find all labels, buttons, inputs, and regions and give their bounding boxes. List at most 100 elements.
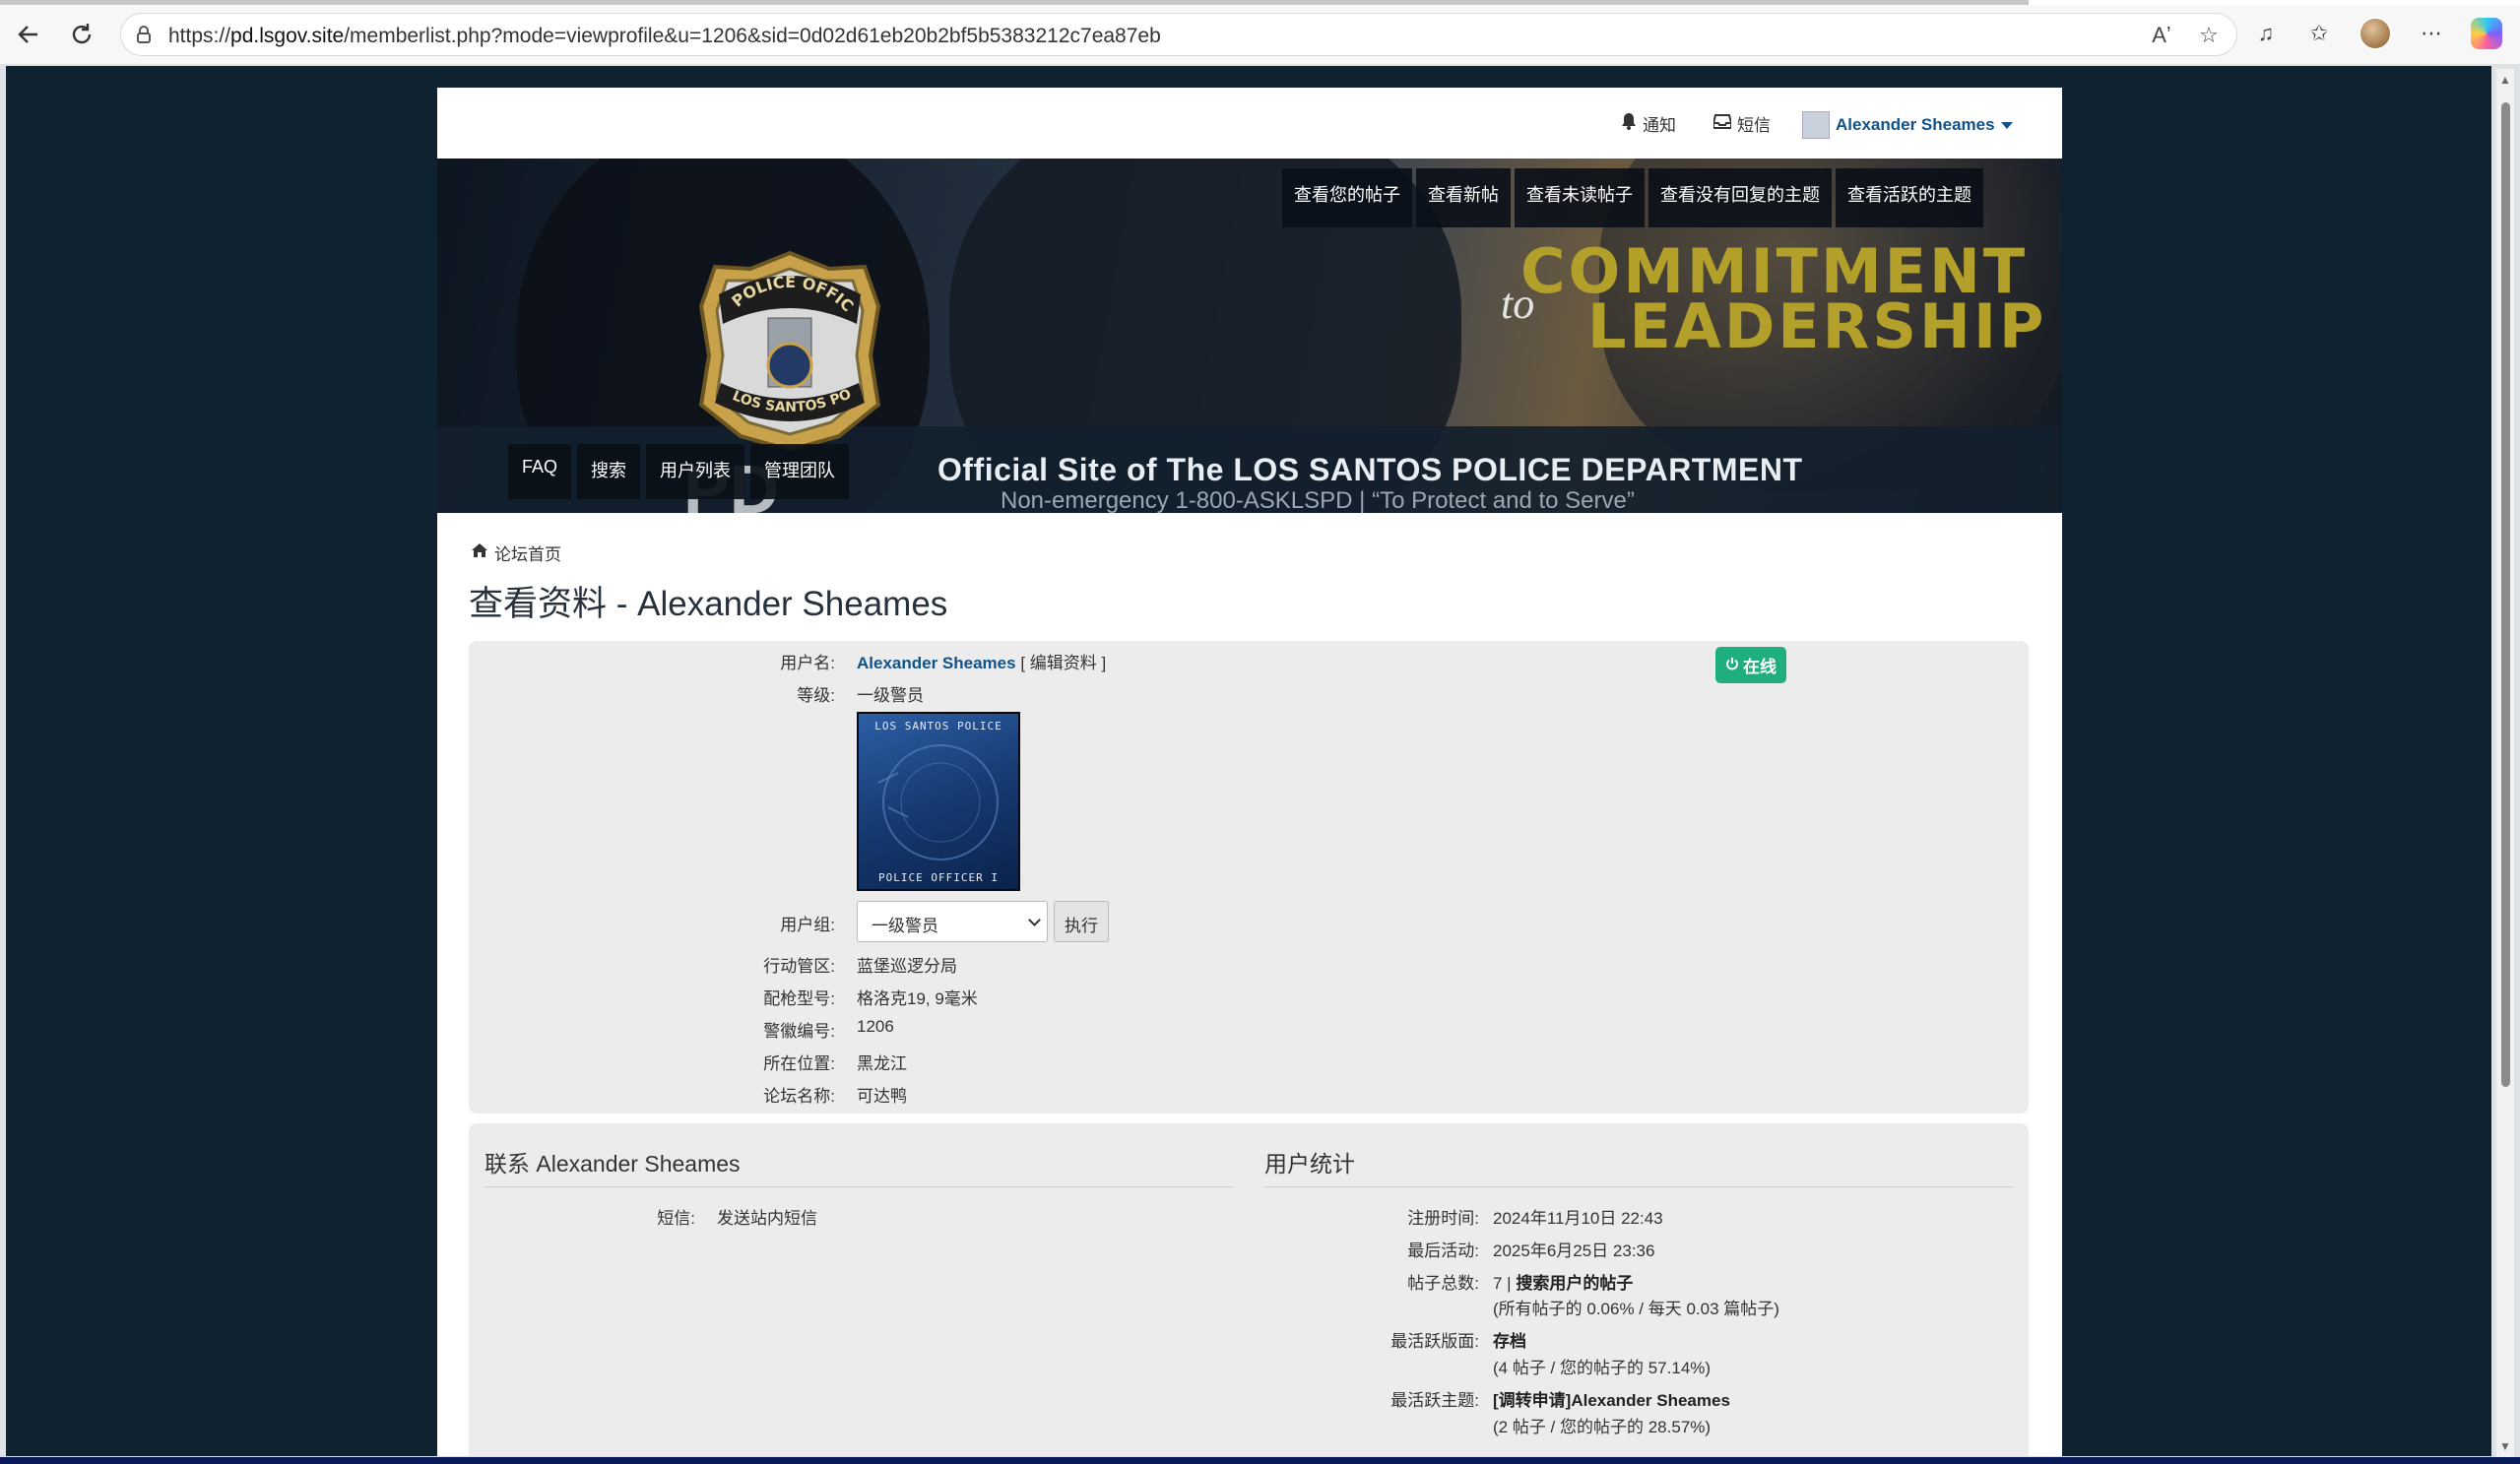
active-topic-label: 最活跃主题:	[1390, 1391, 1479, 1410]
user-name: Alexander Sheames	[1836, 115, 1995, 134]
nav-new-posts[interactable]: 查看新帖	[1416, 168, 1511, 227]
taskbar-edge	[0, 1457, 2520, 1464]
notifications-link[interactable]: 通知	[1621, 111, 1676, 136]
more-icon[interactable]: ⋯	[2418, 20, 2445, 47]
group-select[interactable]: 一级警员	[857, 901, 1048, 942]
favorite-star-icon[interactable]: ☆	[2195, 22, 2223, 49]
user-bar: 通知 短信 Alexander Sheames	[437, 88, 2062, 159]
weapon-value: 格洛克19, 9毫米	[857, 989, 978, 1008]
active-topic-link[interactable]: [调转申请]Alexander Sheames	[1493, 1386, 1730, 1411]
browser-toolbar: https://pd.lsgov.site/memberlist.php?mod…	[0, 0, 2520, 65]
page-title: 查看资料 - Alexander Sheames	[469, 585, 948, 623]
search-user-posts-link[interactable]: 搜索用户的帖子	[1516, 1274, 1633, 1293]
joined-label: 注册时间:	[1407, 1209, 1479, 1228]
last-active-value: 2025年6月25日 23:36	[1493, 1241, 1655, 1260]
page-scrollbar[interactable]: ▲ ▼	[2496, 69, 2514, 1457]
loading-bar	[0, 0, 2520, 5]
forum-name-value: 可达鸭	[857, 1087, 907, 1106]
nav-search[interactable]: 搜索	[577, 444, 641, 499]
username-row: Alexander Sheames [ 编辑资料 ]	[857, 649, 1106, 673]
posts-count: 7 |	[1493, 1274, 1517, 1293]
division-label: 行动管区:	[763, 957, 835, 976]
online-label: 在线	[1743, 658, 1777, 676]
user-avatar	[1802, 111, 1830, 139]
bottom-nav: FAQ 搜索 用户列表 管理团队	[508, 444, 850, 499]
rank-image-bottom-text: POLICE OFFICER I	[878, 871, 999, 884]
page-viewport: 通知 短信 Alexander Sheames PD	[6, 66, 2491, 1456]
edit-profile-link[interactable]: [ 编辑资料 ]	[1020, 654, 1106, 672]
forum-wrap: 通知 短信 Alexander Sheames PD	[437, 88, 2062, 1456]
home-icon	[471, 542, 488, 563]
media-icon[interactable]: ♫	[2252, 20, 2280, 47]
active-forum-link[interactable]: 存档	[1493, 1327, 1526, 1352]
active-forum-label: 最活跃版面:	[1390, 1332, 1479, 1351]
site-info-icon[interactable]	[133, 24, 155, 45]
chevron-down-icon	[1028, 914, 1041, 926]
rank-value: 一级警员	[857, 686, 924, 705]
details-panel: 联系 Alexander Sheames 短信: 发送站内短信 用户统计 注册时…	[469, 1123, 2029, 1456]
contact-heading: 联系 Alexander Sheames	[485, 1151, 741, 1177]
profile-avatar[interactable]	[2358, 17, 2392, 50]
messages-link[interactable]: 短信	[1712, 111, 1771, 136]
power-icon	[1725, 656, 1739, 675]
nav-faq[interactable]: FAQ	[508, 444, 572, 499]
banner-nonemergency: Non-emergency 1-800-ASKLSPD | “To Protec…	[1001, 487, 1635, 513]
joined-value: 2024年11月10日 22:43	[1493, 1209, 1663, 1228]
location-value: 黑龙江	[857, 1054, 907, 1073]
weapon-label: 配枪型号:	[763, 989, 835, 1008]
badge-number-value: 1206	[857, 1017, 894, 1036]
stats-heading: 用户统计	[1264, 1151, 1355, 1177]
nav-unanswered-topics[interactable]: 查看没有回复的主题	[1648, 168, 1832, 227]
rank-label: 等级:	[797, 686, 835, 705]
nav-active-topics[interactable]: 查看活跃的主题	[1836, 168, 1983, 227]
posts-detail: (所有帖子的 0.06% / 每天 0.03 篇帖子)	[1493, 1300, 1779, 1318]
user-menu[interactable]: Alexander Sheames	[1802, 111, 2013, 139]
group-label: 用户组:	[780, 916, 835, 934]
back-icon[interactable]	[12, 18, 45, 51]
address-bar[interactable]: https://pd.lsgov.site/memberlist.php?mod…	[120, 13, 2237, 56]
banner-official-site: Official Site of The LOS SANTOS POLICE D…	[937, 452, 1803, 487]
scrollbar-thumb[interactable]	[2501, 102, 2510, 1087]
nav-unread-posts[interactable]: 查看未读帖子	[1515, 168, 1645, 227]
pm-label: 短信:	[657, 1209, 695, 1228]
last-active-label: 最后活动:	[1407, 1241, 1479, 1260]
inbox-icon	[1712, 113, 1732, 134]
banner-to: to	[1501, 280, 1535, 328]
send-pm-link[interactable]: 发送站内短信	[717, 1204, 817, 1229]
read-aloud-icon[interactable]: Aʼ	[2148, 22, 2175, 49]
group-select-value: 一级警员	[872, 917, 938, 935]
breadcrumb-home[interactable]: 论坛首页	[494, 541, 561, 565]
messages-label: 短信	[1737, 116, 1771, 135]
online-badge: 在线	[1715, 647, 1786, 683]
notifications-label: 通知	[1643, 116, 1676, 135]
posts-row: 7 | 搜索用户的帖子	[1493, 1269, 1633, 1294]
contact-divider	[485, 1186, 1233, 1187]
stats-divider	[1264, 1186, 2013, 1187]
bell-icon	[1621, 112, 1637, 135]
badge-number-label: 警徽编号:	[763, 1022, 835, 1041]
top-nav: 查看您的帖子 查看新帖 查看未读帖子 查看没有回复的主题 查看活跃的主题	[1282, 168, 1983, 227]
copilot-icon[interactable]	[2471, 18, 2502, 49]
username-label: 用户名:	[780, 654, 835, 672]
posts-label: 帖子总数:	[1407, 1274, 1479, 1293]
profile-panel: 用户名: Alexander Sheames [ 编辑资料 ] 在线 等级: 一…	[469, 641, 2029, 1114]
forum-name-label: 论坛名称:	[763, 1087, 835, 1106]
scroll-down-icon[interactable]: ▼	[2498, 1439, 2512, 1453]
scroll-up-icon[interactable]: ▲	[2498, 73, 2512, 87]
rank-image: LOS SANTOS POLICE POLICE OFFICER I	[857, 712, 1020, 891]
execute-button[interactable]: 执行	[1054, 901, 1109, 942]
username-link[interactable]: Alexander Sheames	[857, 654, 1016, 672]
url-text: https://pd.lsgov.site/memberlist.php?mod…	[168, 25, 1161, 47]
nav-memberlist[interactable]: 用户列表	[646, 444, 745, 499]
nav-team[interactable]: 管理团队	[750, 444, 850, 499]
reload-icon[interactable]	[65, 18, 98, 51]
header-banner: PD POLICE OFFICER LOS SANTOS POLICE COMM…	[437, 159, 2062, 513]
favorites-icon[interactable]: ✩	[2305, 20, 2333, 47]
division-value: 蓝堡巡逻分局	[857, 957, 957, 976]
police-badge-logo: POLICE OFFICER LOS SANTOS POLICE	[691, 247, 881, 453]
caret-down-icon	[2000, 121, 2013, 129]
active-forum-detail: (4 帖子 / 您的帖子的 57.14%)	[1493, 1359, 1712, 1377]
breadcrumb[interactable]: 论坛首页	[471, 541, 561, 565]
nav-your-posts[interactable]: 查看您的帖子	[1282, 168, 1412, 227]
active-topic-detail: (2 帖子 / 您的帖子的 28.57%)	[1493, 1418, 1712, 1436]
